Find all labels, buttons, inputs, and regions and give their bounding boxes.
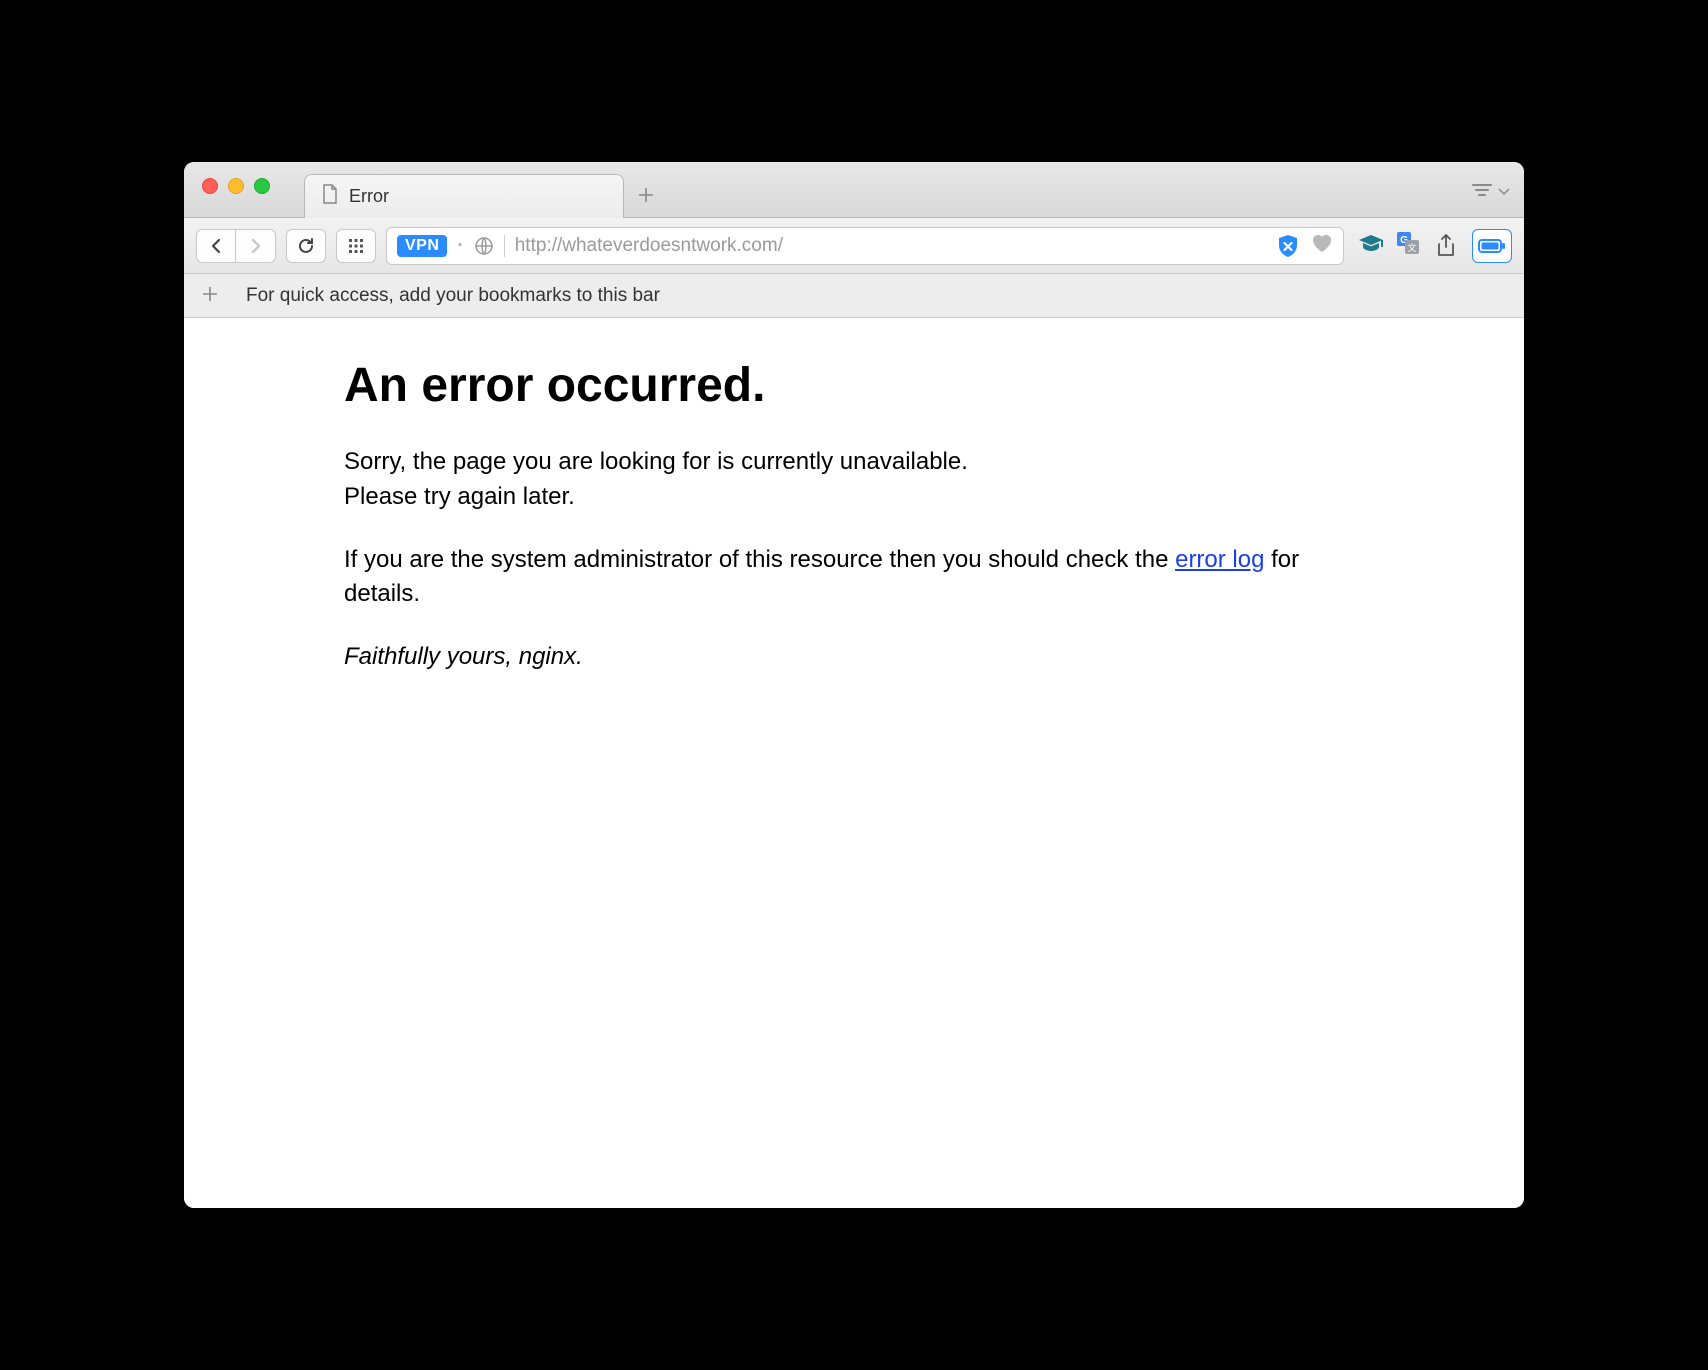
new-tab-button[interactable]: [624, 173, 668, 217]
tab-strip: Error: [304, 162, 668, 217]
forward-button[interactable]: [236, 229, 276, 263]
minimize-window-button[interactable]: [228, 178, 244, 194]
page-heading: An error occurred.: [344, 358, 1344, 413]
error-page: An error occurred. Sorry, the page you a…: [344, 358, 1344, 675]
bookmarks-hint: For quick access, add your bookmarks to …: [246, 285, 660, 307]
globe-icon: [474, 236, 494, 256]
battery-icon[interactable]: [1472, 229, 1512, 263]
share-button[interactable]: [1430, 229, 1462, 263]
page-icon: [321, 184, 339, 209]
address-bar[interactable]: VPN · http://whateverdoesntwork.com/: [386, 227, 1344, 265]
window-controls: [202, 178, 270, 194]
error-paragraph-1: Sorry, the page you are looking for is c…: [344, 445, 1344, 515]
error-paragraph-2: If you are the system administrator of t…: [344, 543, 1344, 613]
adblock-shield-icon[interactable]: [1277, 234, 1299, 258]
translate-icon[interactable]: G 文: [1396, 231, 1420, 260]
bookmarks-bar: For quick access, add your bookmarks to …: [184, 274, 1524, 318]
speed-dial-button[interactable]: [336, 229, 376, 263]
error-log-link[interactable]: error log: [1175, 546, 1264, 573]
back-button[interactable]: [196, 229, 236, 263]
graduation-cap-icon[interactable]: [1358, 233, 1384, 258]
close-window-button[interactable]: [202, 178, 218, 194]
toolbar: VPN · http://whateverdoesntwork.com/: [184, 218, 1524, 274]
maximize-window-button[interactable]: [254, 178, 270, 194]
tabs-menu-button[interactable]: [1466, 162, 1510, 218]
tab-title: Error: [349, 186, 389, 207]
addressbar-right-icons: [1277, 233, 1333, 259]
vpn-badge[interactable]: VPN: [397, 235, 447, 257]
tab-active[interactable]: Error: [304, 174, 624, 218]
url-text: http://whateverdoesntwork.com/: [515, 235, 1267, 257]
divider: [504, 235, 505, 257]
heart-icon[interactable]: [1311, 233, 1333, 259]
browser-window: Error: [184, 162, 1524, 1208]
signoff: Faithfully yours, nginx.: [344, 640, 1344, 675]
reload-button[interactable]: [286, 229, 326, 263]
titlebar: Error: [184, 162, 1524, 218]
svg-text:文: 文: [1407, 242, 1416, 253]
add-bookmark-button[interactable]: [198, 282, 222, 310]
nav-buttons: [196, 229, 276, 263]
viewport: An error occurred. Sorry, the page you a…: [184, 318, 1524, 1208]
